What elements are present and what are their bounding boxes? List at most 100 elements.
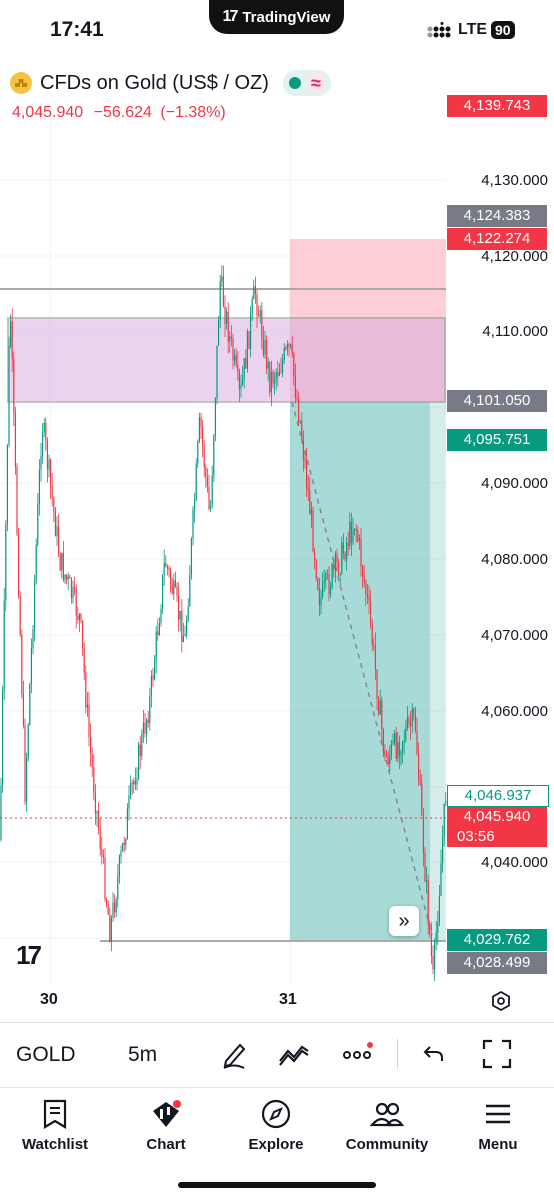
- interval-button[interactable]: 5m: [128, 1043, 157, 1067]
- candle-body: [258, 315, 260, 317]
- chart-toolbar: GOLD 5m: [0, 1022, 554, 1088]
- candle-body: [198, 417, 200, 442]
- price-tag-target: 4,029.762: [447, 929, 547, 951]
- candle-body: [381, 700, 383, 730]
- chart-settings-icon[interactable]: [490, 990, 512, 1012]
- market-status-pills[interactable]: ≈: [282, 70, 331, 96]
- candle-body: [53, 498, 55, 511]
- candle-body: [149, 696, 151, 723]
- candle-body: [437, 922, 439, 933]
- candle-body: [59, 553, 61, 571]
- candle-body: [298, 399, 300, 423]
- candle-body: [45, 422, 47, 442]
- y-tick: 4,040.000: [481, 854, 548, 871]
- more-icon[interactable]: [343, 1041, 375, 1065]
- candle-body: [442, 838, 444, 864]
- candle-body: [386, 753, 388, 758]
- tradingview-logo-icon: 17: [222, 8, 239, 25]
- candle-body: [362, 566, 364, 577]
- fullscreen-icon[interactable]: [482, 1039, 512, 1069]
- candle-body: [82, 620, 84, 648]
- symbol-title[interactable]: CFDs on Gold (US$ / OZ): [40, 72, 269, 95]
- symbol-button[interactable]: GOLD: [16, 1043, 76, 1067]
- candle-body: [170, 570, 172, 585]
- candle-body: [299, 421, 301, 423]
- candle-body: [64, 574, 66, 581]
- signal-icon: [427, 22, 451, 38]
- nav-explore[interactable]: Explore: [226, 1096, 326, 1153]
- candle-body: [27, 724, 29, 759]
- y-tick: 4,070.000: [481, 627, 548, 644]
- current-price: 4,045.940: [463, 808, 531, 825]
- candle-body: [400, 751, 402, 756]
- indicators-icon[interactable]: [278, 1039, 310, 1069]
- candle-body: [424, 853, 426, 882]
- symbol-header[interactable]: CFDs on Gold (US$ / OZ) ≈: [10, 70, 331, 96]
- candle-body: [66, 574, 68, 580]
- candle-body: [414, 714, 416, 731]
- candle-body: [165, 562, 167, 567]
- candle-body: [61, 552, 63, 571]
- candle-body: [261, 310, 263, 339]
- nav-chart[interactable]: Chart: [116, 1096, 216, 1153]
- nav-menu[interactable]: Menu: [448, 1096, 548, 1153]
- candle-body: [387, 757, 389, 764]
- candle-body: [285, 348, 287, 350]
- candle-body: [155, 631, 157, 661]
- nav-watchlist[interactable]: Watchlist: [5, 1096, 105, 1153]
- price-tag-entry: 4,101.050: [447, 390, 547, 412]
- tradingview-watermark-icon: 17: [16, 940, 42, 970]
- candle-body: [179, 610, 181, 620]
- candle-body: [86, 704, 88, 708]
- candle-body: [378, 698, 380, 715]
- candle-body: [150, 675, 152, 697]
- candle-body: [208, 486, 210, 509]
- candle-body: [360, 538, 362, 567]
- candle-body: [133, 780, 135, 785]
- candle-body: [322, 582, 324, 598]
- toolbar-divider: [397, 1039, 398, 1069]
- candle-body: [152, 675, 154, 680]
- candle-body: [262, 338, 264, 355]
- candle-body: [336, 554, 338, 562]
- scroll-to-realtime-button[interactable]: »: [389, 906, 419, 936]
- candle-body: [229, 336, 231, 342]
- candle-body: [282, 360, 284, 373]
- candle-body: [224, 306, 226, 324]
- candle-body: [410, 723, 412, 727]
- candle-body: [358, 538, 360, 541]
- candle-body: [6, 445, 8, 525]
- candle-body: [136, 778, 138, 785]
- candle-body: [306, 460, 308, 487]
- candle-body: [90, 736, 92, 755]
- nav-community[interactable]: Community: [337, 1096, 437, 1153]
- price-tag-stop: 4,122.274: [447, 228, 547, 250]
- candle-body: [125, 839, 127, 845]
- tradingview-pill-label: TradingView: [242, 8, 331, 26]
- candle-body: [347, 542, 349, 547]
- nav-menu-label: Menu: [478, 1136, 518, 1153]
- nav-watchlist-label: Watchlist: [21, 1136, 89, 1153]
- candle-body: [246, 331, 248, 369]
- candle-body: [418, 754, 420, 778]
- candle-body: [72, 587, 74, 598]
- candle-body: [250, 314, 252, 349]
- candle-body: [296, 398, 298, 400]
- candle-body: [307, 486, 309, 491]
- candle-body: [429, 923, 431, 935]
- candle-body: [173, 580, 175, 594]
- candle-body: [408, 718, 410, 724]
- undo-icon[interactable]: [422, 1041, 446, 1065]
- candle-body: [203, 444, 205, 468]
- candle-body: [355, 528, 357, 531]
- candle-body: [227, 311, 229, 342]
- candle-body: [277, 372, 279, 376]
- candle-body: [138, 744, 140, 779]
- y-tick: 4,060.000: [481, 703, 548, 720]
- candle-body: [96, 811, 98, 814]
- last-price: 4,045.940: [12, 104, 84, 121]
- candle-body: [117, 876, 119, 900]
- candle-body: [368, 596, 370, 602]
- drawing-tools-icon[interactable]: [220, 1039, 248, 1069]
- candle-body: [214, 398, 216, 436]
